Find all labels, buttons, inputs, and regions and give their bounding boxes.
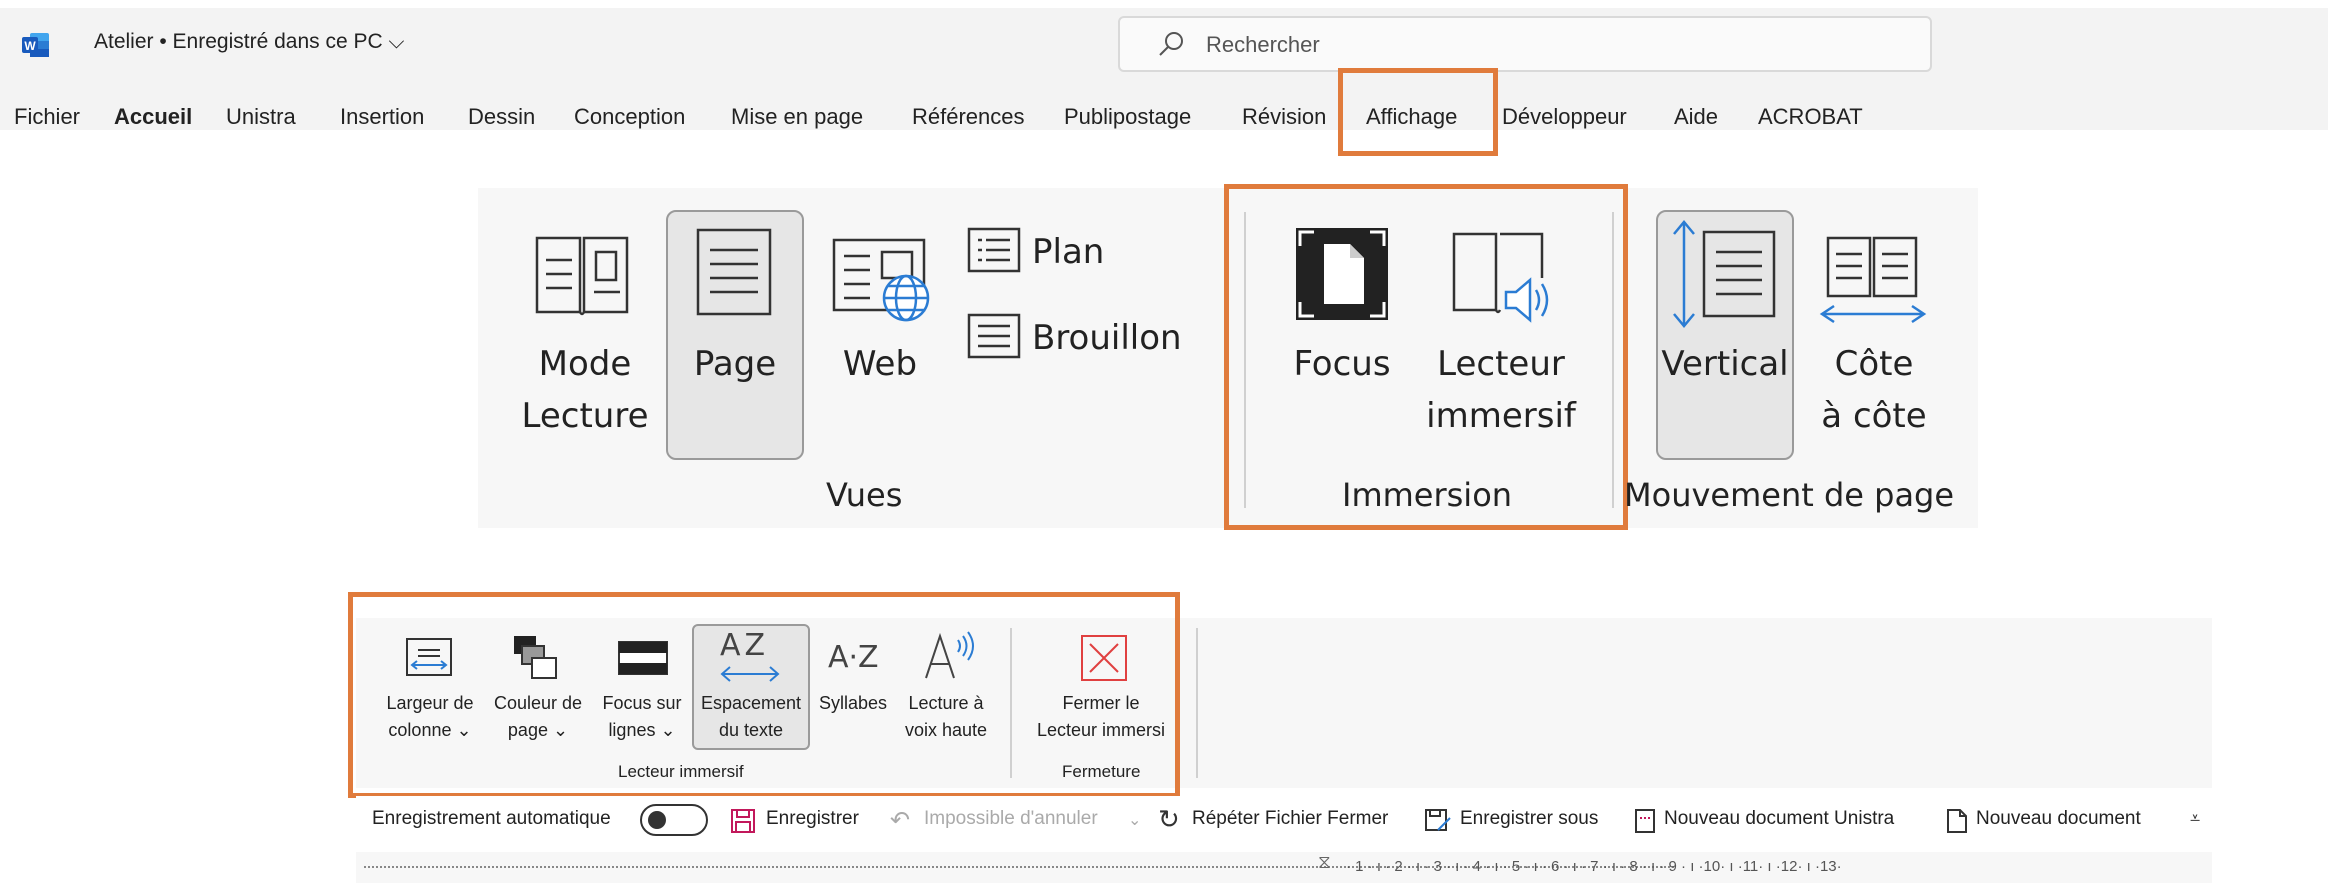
separator — [1244, 212, 1246, 508]
save-as-label[interactable]: Enregistrer sous — [1460, 808, 1598, 830]
indent-marker-icon[interactable]: ⧖ — [1318, 852, 1331, 873]
page-label: Page — [693, 344, 777, 384]
ruler: ⧖ · 1 · ı · 2 · ı · 3 · ı · 4 · ı · 5 · … — [356, 852, 2212, 883]
tab-unistra[interactable]: Unistra — [226, 104, 296, 130]
save-as-icon[interactable] — [1424, 808, 1452, 839]
new-unistra-doc-label[interactable]: Nouveau document Unistra — [1664, 808, 1894, 830]
save-label[interactable]: Enregistrer — [766, 808, 859, 830]
group-fermeture-label: Fermeture — [1062, 762, 1141, 781]
immersive-reader-label[interactable]: Lecteur immersif — [1416, 338, 1586, 442]
side-by-side-icon[interactable] — [1818, 234, 1928, 335]
syllables-icon[interactable]: A·Z — [828, 640, 879, 675]
page-color-icon[interactable] — [512, 634, 562, 687]
group-immersion-label: Immersion — [1342, 476, 1513, 514]
separator — [1010, 628, 1012, 778]
column-width-icon[interactable] — [404, 636, 454, 683]
autosave-toggle[interactable] — [640, 804, 708, 836]
side-by-side-label[interactable]: Côte à côte — [1806, 338, 1942, 442]
web-label[interactable]: Web — [820, 338, 940, 390]
tab-insertion[interactable]: Insertion — [340, 104, 424, 130]
group-lecteur-immersif-label: Lecteur immersif — [618, 762, 744, 781]
undo-dropdown-icon[interactable]: ⌄ — [1128, 810, 1141, 830]
tab-aide[interactable]: Aide — [1674, 104, 1718, 130]
brouillon-icon[interactable] — [966, 312, 1022, 365]
repeat-icon[interactable]: ↻ — [1158, 804, 1180, 835]
tab-accueil[interactable]: Accueil — [114, 104, 192, 130]
page-color-label[interactable]: Couleur de page ⌄ — [484, 690, 592, 744]
close-reader-icon[interactable] — [1080, 634, 1128, 687]
search-box[interactable]: Rechercher — [1118, 16, 1932, 72]
undo-label: Impossible d'annuler — [924, 808, 1098, 829]
text-spacing-label: Espacement du texte — [700, 693, 802, 740]
autosave-label: Enregistrement automatique — [372, 808, 611, 829]
tab-references[interactable]: Références — [912, 104, 1025, 130]
repeat-label[interactable]: Répéter Fichier Fermer — [1192, 808, 1388, 830]
tab-revision[interactable]: Révision — [1242, 104, 1326, 130]
plan-label[interactable]: Plan — [1032, 226, 1104, 278]
new-unistra-doc-icon[interactable] — [1634, 808, 1656, 839]
search-icon — [1154, 28, 1188, 62]
new-doc-icon[interactable] — [1946, 808, 1968, 839]
text-spacing-arrow-icon — [720, 664, 780, 689]
group-mouvement-label: Mouvement de page — [1624, 476, 1955, 514]
new-doc-label[interactable]: Nouveau document — [1976, 808, 2141, 830]
group-vues-label: Vues — [826, 476, 903, 514]
read-aloud-icon[interactable] — [922, 630, 978, 687]
syllables-label[interactable]: Syllabes — [808, 690, 898, 717]
read-aloud-label[interactable]: Lecture à voix haute — [896, 690, 996, 744]
undo-icon: ↶ — [890, 807, 911, 834]
tab-conception[interactable]: Conception — [574, 104, 685, 130]
close-reader-label[interactable]: Fermer le Lecteur immersi — [1026, 690, 1176, 744]
tab-developpeur[interactable]: Développeur — [1502, 104, 1627, 130]
immersive-reader-icon[interactable] — [1450, 228, 1560, 333]
tab-affichage[interactable]: Affichage — [1366, 104, 1457, 130]
focus-label[interactable]: Focus — [1280, 338, 1404, 390]
customize-toolbar-icon[interactable]: ⩡ — [2190, 808, 2200, 829]
separator — [1196, 628, 1198, 778]
tab-publipostage[interactable]: Publipostage — [1064, 104, 1191, 130]
ruler-numbers: · 1 · ı · 2 · ı · 3 · ı · 4 · ı · 5 · ı … — [1346, 858, 1842, 875]
separator — [1612, 212, 1614, 508]
focus-icon[interactable] — [1294, 226, 1390, 327]
svg-text:W: W — [24, 39, 36, 53]
word-logo-icon: W — [22, 32, 50, 58]
search-placeholder: Rechercher — [1206, 32, 1320, 57]
web-layout-icon[interactable] — [830, 236, 934, 331]
tab-acrobat[interactable]: ACROBAT — [1758, 104, 1863, 130]
vertical-icon — [1664, 218, 1784, 335]
tab-dessin[interactable]: Dessin — [468, 104, 535, 130]
tab-fichier[interactable]: Fichier — [14, 104, 80, 130]
line-focus-label[interactable]: Focus sur lignes ⌄ — [590, 690, 694, 744]
column-width-label[interactable]: Largeur de colonne ⌄ — [376, 690, 484, 744]
text-spacing-icon-glyph: AZ — [720, 628, 770, 663]
mode-lecture-icon[interactable] — [532, 228, 632, 323]
plan-icon[interactable] — [966, 226, 1022, 279]
tab-mise-en-page[interactable]: Mise en page — [731, 104, 863, 130]
save-icon[interactable] — [730, 808, 756, 839]
mode-lecture-label[interactable]: Mode Lecture — [510, 338, 660, 442]
brouillon-label[interactable]: Brouillon — [1032, 312, 1182, 364]
document-title[interactable]: Atelier • Enregistré dans ce PC ⌵ — [94, 30, 404, 54]
page-icon — [694, 226, 774, 323]
line-focus-icon[interactable] — [617, 640, 669, 681]
vertical-label: Vertical — [1661, 344, 1789, 384]
